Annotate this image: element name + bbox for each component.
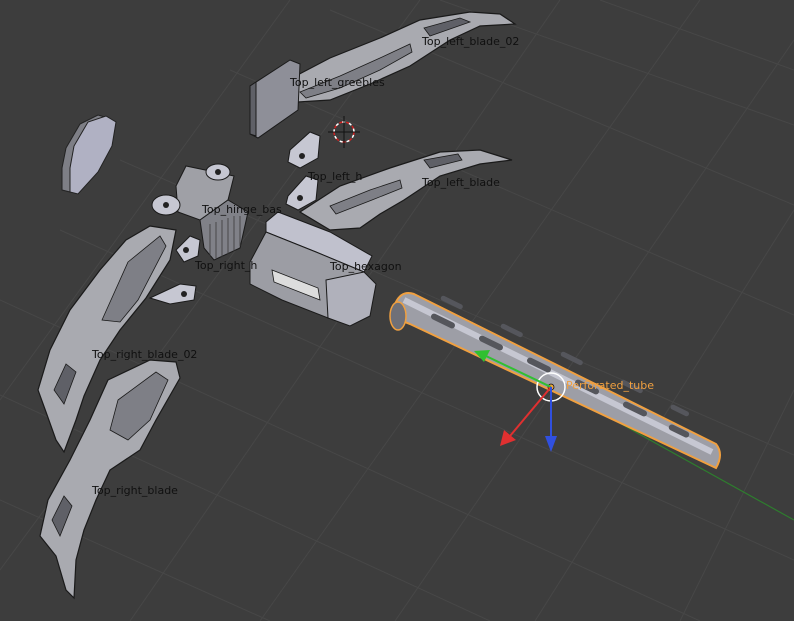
object-label: Top_hexagon [329, 260, 402, 273]
top-left-blade[interactable] [298, 149, 513, 231]
object-label-selected: Perforated_tube [566, 379, 654, 392]
object-label: Top_left_h [307, 170, 362, 183]
object-label: Top_right_blade [91, 484, 178, 497]
move-gizmo-x-arrow-icon[interactable] [500, 386, 552, 446]
object-label: Top_left_blade [421, 176, 500, 189]
move-gizmo-z-arrow-icon[interactable] [545, 387, 557, 452]
object-label: Top_left_greebles [289, 76, 385, 89]
object-label: Top_left_blade_02 [421, 35, 519, 48]
viewport-scene[interactable]: Top_left_blade_02 Top_left_greebles Top_… [0, 0, 794, 621]
object-label: Top_hinge_bas [201, 203, 282, 216]
perforated-tube[interactable] [389, 292, 721, 470]
object-label: Top_right_h [194, 259, 257, 272]
top-left-greebles[interactable] [249, 59, 301, 139]
3d-viewport[interactable]: Top_left_blade_02 Top_left_greebles Top_… [0, 0, 794, 621]
hexagon-cap[interactable] [61, 114, 117, 195]
object-labels: Top_left_blade_02 Top_left_greebles Top_… [91, 35, 654, 497]
3d-cursor-icon[interactable] [328, 116, 360, 148]
object-label: Top_right_blade_02 [91, 348, 197, 361]
